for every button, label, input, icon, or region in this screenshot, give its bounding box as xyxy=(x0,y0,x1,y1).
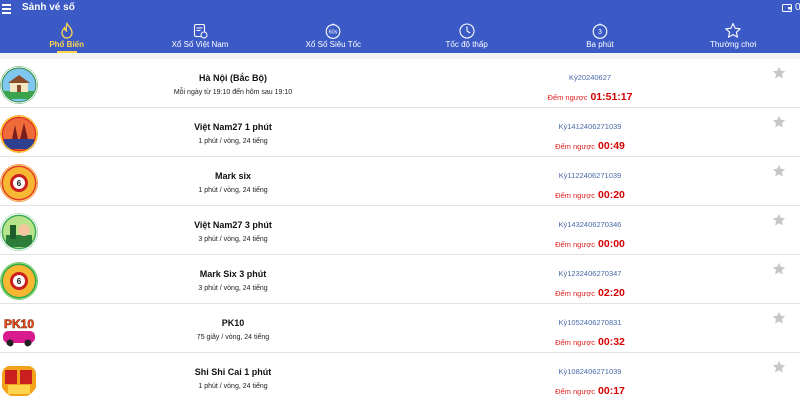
favorite-star-icon[interactable] xyxy=(772,66,786,80)
game-list: Hà Nội (Bắc Bộ) Mỗi ngày từ 19:10 đến hô… xyxy=(0,59,800,400)
star-icon xyxy=(725,22,742,38)
tab-label: Tốc độ thấp xyxy=(445,40,488,49)
game-name: Shi Shi Cai 1 phút xyxy=(194,367,272,377)
countdown: Đếm ngược 00:20 xyxy=(520,185,660,203)
clock-icon xyxy=(459,23,475,39)
countdown: Đếm ngược 00:17 xyxy=(520,381,660,399)
svg-text:6: 6 xyxy=(17,277,22,286)
tab-label: Xổ Số Siêu Tốc xyxy=(305,40,362,49)
period-number: Kỳ1052406270831 xyxy=(558,318,622,327)
game-name: Việt Nam27 1 phút xyxy=(194,122,272,132)
list-item[interactable]: PK10 PK10 75 giây / vòng, 24 tiếng Kỳ105… xyxy=(0,304,800,353)
countdown: Đếm ngược 00:00 xyxy=(520,234,660,252)
tab-toc-do-thap[interactable]: Tốc độ thấp xyxy=(400,18,533,53)
game-name: Việt Nam27 3 phút xyxy=(194,220,272,230)
tab-label: Xổ Số Việt Nam xyxy=(171,40,229,49)
tab-thuong-choi[interactable]: Thường chơi xyxy=(667,18,800,53)
game-schedule: 75 giây / vòng, 24 tiếng xyxy=(196,334,270,341)
game-schedule: 1 phút / vòng, 24 tiếng xyxy=(198,138,268,145)
favorite-star-icon[interactable] xyxy=(772,311,786,325)
countdown-label: Đếm ngược xyxy=(547,93,588,102)
game-schedule: 3 phút / vòng, 24 tiếng xyxy=(198,236,268,243)
game-schedule: 1 phút / vòng, 24 tiếng xyxy=(198,383,268,390)
svg-text:3: 3 xyxy=(598,29,602,36)
timer-3-icon: 3 xyxy=(592,23,608,39)
lottery-hall-page: Sảnh vé số 0 Phổ Biến Xổ Số Việt Nam 60s… xyxy=(0,0,800,400)
fire-icon xyxy=(61,22,73,39)
countdown-value: 00:32 xyxy=(598,336,625,348)
tab-xo-so-sieu-toc[interactable]: 60s Xổ Số Siêu Tốc xyxy=(267,18,400,53)
game-schedule: Mỗi ngày từ 19:10 đến hôm sau 19:10 xyxy=(173,89,293,96)
list-item[interactable]: Việt Nam27 1 phút 1 phút / vòng, 24 tiến… xyxy=(0,108,800,157)
favorite-star-icon[interactable] xyxy=(772,262,786,276)
game-name: Mark six xyxy=(214,171,252,181)
tab-label: Thường chơi xyxy=(710,40,757,49)
countdown-value: 00:49 xyxy=(598,140,625,152)
favorite-star-icon[interactable] xyxy=(772,213,786,227)
game-schedule: 1 phút / vòng, 24 tiếng xyxy=(198,187,268,194)
period-number: Kỳ1122406271039 xyxy=(558,171,622,180)
game-name: Hà Nội (Bắc Bộ) xyxy=(198,73,267,83)
tab-pho-bien[interactable]: Phổ Biến xyxy=(0,18,133,53)
game-name: Mark Six 3 phút xyxy=(199,269,267,279)
hanoi-logo xyxy=(0,66,38,104)
vietnam27-logo xyxy=(0,115,38,153)
period-number: Kỳ1232406270347 xyxy=(558,269,622,278)
countdown-label: Đếm ngược xyxy=(555,289,596,298)
countdown-value: 01:51:17 xyxy=(590,91,633,103)
list-item[interactable]: 6 Mark Six 3 phút 3 phút / vòng, 24 tiến… xyxy=(0,255,800,304)
svg-text:60s: 60s xyxy=(329,30,338,36)
wallet-icon[interactable] xyxy=(782,3,792,13)
svg-text:6: 6 xyxy=(17,179,22,188)
period-number: Kỳ1432406270346 xyxy=(558,220,622,229)
mark-six-logo: 6 xyxy=(0,164,38,202)
countdown-value: 00:00 xyxy=(598,238,625,250)
vietnam27-3-logo xyxy=(0,213,38,251)
countdown-label: Đếm ngược xyxy=(555,240,596,249)
mark-six-3-logo: 6 xyxy=(0,262,38,300)
shi-shi-cai-logo xyxy=(0,360,38,398)
period-number: Kỳ1082406271039 xyxy=(558,367,622,376)
countdown-value: 00:17 xyxy=(598,385,625,397)
page-title: Sảnh vé số xyxy=(22,2,75,13)
balance-value: 0 xyxy=(795,2,800,13)
menu-icon[interactable] xyxy=(2,2,12,14)
pk10-logo: PK10 xyxy=(0,311,38,349)
countdown-label: Đếm ngược xyxy=(555,191,596,200)
top-bar: Sảnh vé số 0 xyxy=(0,0,800,18)
favorite-star-icon[interactable] xyxy=(772,360,786,374)
countdown: Đếm ngược 00:49 xyxy=(520,136,660,154)
list-item[interactable]: 6 Mark six 1 phút / vòng, 24 tiếng Kỳ112… xyxy=(0,157,800,206)
countdown: Đếm ngược 00:32 xyxy=(520,332,660,350)
tab-xo-so-viet-nam[interactable]: Xổ Số Việt Nam xyxy=(133,18,266,53)
tab-label: Phổ Biến xyxy=(49,40,84,49)
countdown: Đếm ngược 01:51:17 xyxy=(520,87,660,105)
game-name: PK10 xyxy=(221,318,245,328)
game-schedule: 3 phút / vòng, 24 tiếng xyxy=(198,285,268,292)
countdown: Đếm ngược 02:20 xyxy=(520,283,660,301)
category-tabs: Phổ Biến Xổ Số Việt Nam 60s Xổ Số Siêu T… xyxy=(0,18,800,53)
period-number: Kỳ1412406271039 xyxy=(558,122,622,131)
favorite-star-icon[interactable] xyxy=(772,115,786,129)
tab-label: Ba phút xyxy=(586,40,614,49)
60s-icon: 60s xyxy=(325,23,341,39)
countdown-label: Đếm ngược xyxy=(555,142,596,151)
svg-text:PK10: PK10 xyxy=(4,317,34,331)
period-number: Kỳ20240627 xyxy=(568,73,612,82)
list-item[interactable]: Việt Nam27 3 phút 3 phút / vòng, 24 tiến… xyxy=(0,206,800,255)
countdown-value: 02:20 xyxy=(598,287,625,299)
list-item[interactable]: Shi Shi Cai 1 phút 1 phút / vòng, 24 tiế… xyxy=(0,353,800,400)
favorite-star-icon[interactable] xyxy=(772,164,786,178)
countdown-value: 00:20 xyxy=(598,189,625,201)
tab-ba-phut[interactable]: 3 Ba phút xyxy=(533,18,666,53)
list-item[interactable]: Hà Nội (Bắc Bộ) Mỗi ngày từ 19:10 đến hô… xyxy=(0,59,800,108)
lottery-ticket-icon xyxy=(193,23,208,39)
countdown-label: Đếm ngược xyxy=(555,338,596,347)
countdown-label: Đếm ngược xyxy=(555,387,596,396)
